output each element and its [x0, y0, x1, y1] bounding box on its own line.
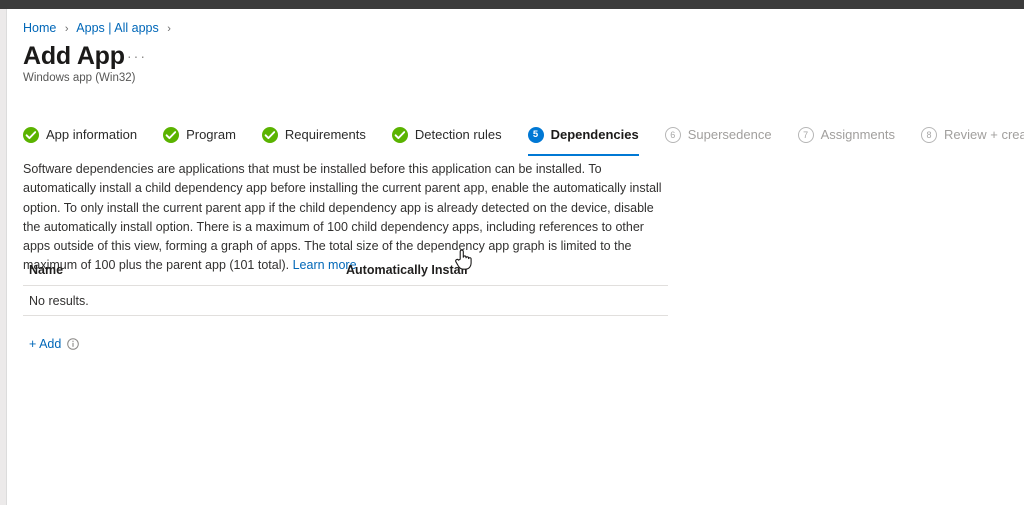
step-number-badge: 5 [527, 127, 544, 143]
add-dependency-row: + Add [29, 335, 80, 353]
info-icon[interactable] [67, 338, 80, 350]
wizard-step-label: Detection rules [414, 127, 502, 142]
wizard-step-assignments[interactable]: 7 Assignments [797, 119, 895, 151]
wizard-step-label: Requirements [284, 127, 366, 142]
breadcrumb: Home › Apps | All apps › [23, 20, 176, 37]
wizard-step-app-information[interactable]: App information [23, 119, 137, 151]
wizard-step-label: Assignments [820, 127, 895, 142]
table-body: No results. [23, 286, 668, 315]
wizard-step-label: Supersedence [687, 127, 772, 142]
step-number-badge: 6 [664, 127, 681, 143]
more-options-ellipsis-icon[interactable]: ··· [127, 47, 147, 65]
wizard-step-requirements[interactable]: Requirements [261, 119, 366, 151]
wizard-step-program[interactable]: Program [163, 119, 236, 151]
column-header-automatically-install: Automatically Install [346, 263, 468, 277]
page-title: Add App [23, 42, 125, 70]
app-window: Home › Apps | All apps › Add App ··· Win… [0, 0, 1024, 505]
breadcrumb-item-apps-all-apps[interactable]: Apps | All apps [76, 21, 158, 35]
wizard-step-dependencies[interactable]: 5 Dependencies [527, 119, 639, 156]
wizard-step-review-create[interactable]: 8 Review + create [921, 119, 1024, 151]
breadcrumb-chevron-icon: › [64, 23, 69, 35]
breadcrumb-item-home[interactable]: Home [23, 21, 56, 35]
active-step-underline [527, 154, 639, 156]
breadcrumb-chevron-icon: › [167, 23, 171, 35]
description-text: Software dependencies are applications t… [23, 162, 662, 273]
dependencies-table: Name Automatically Install No results. [23, 259, 668, 316]
wizard-step-label: Program [186, 127, 236, 142]
wizard-step-label: Review + create [944, 127, 1024, 142]
wizard-step-label: App information [46, 127, 138, 142]
column-header-name: Name [29, 263, 64, 277]
wizard-step-detection-rules[interactable]: Detection rules [391, 119, 502, 151]
table-empty-message: No results. [29, 293, 89, 308]
step-complete-check-icon [23, 127, 39, 143]
step-number-badge: 7 [797, 127, 814, 143]
page-subtitle: Windows app (Win32) [23, 72, 136, 84]
step-complete-check-icon [163, 127, 180, 143]
table-footer-divider [23, 315, 668, 316]
wizard-step-nav: App information Program Requirements Det… [23, 119, 1024, 156]
table-header-row: Name Automatically Install [23, 259, 668, 285]
step-complete-check-icon [261, 127, 278, 143]
add-dependency-button[interactable]: + Add [29, 335, 61, 353]
page-content: Home › Apps | All apps › Add App ··· Win… [7, 9, 1024, 505]
window-title-bar [0, 0, 1024, 9]
wizard-step-label: Dependencies [550, 127, 639, 142]
step-number-badge: 8 [921, 127, 937, 143]
step-complete-check-icon [391, 127, 408, 143]
wizard-step-supersedence[interactable]: 6 Supersedence [664, 119, 772, 151]
